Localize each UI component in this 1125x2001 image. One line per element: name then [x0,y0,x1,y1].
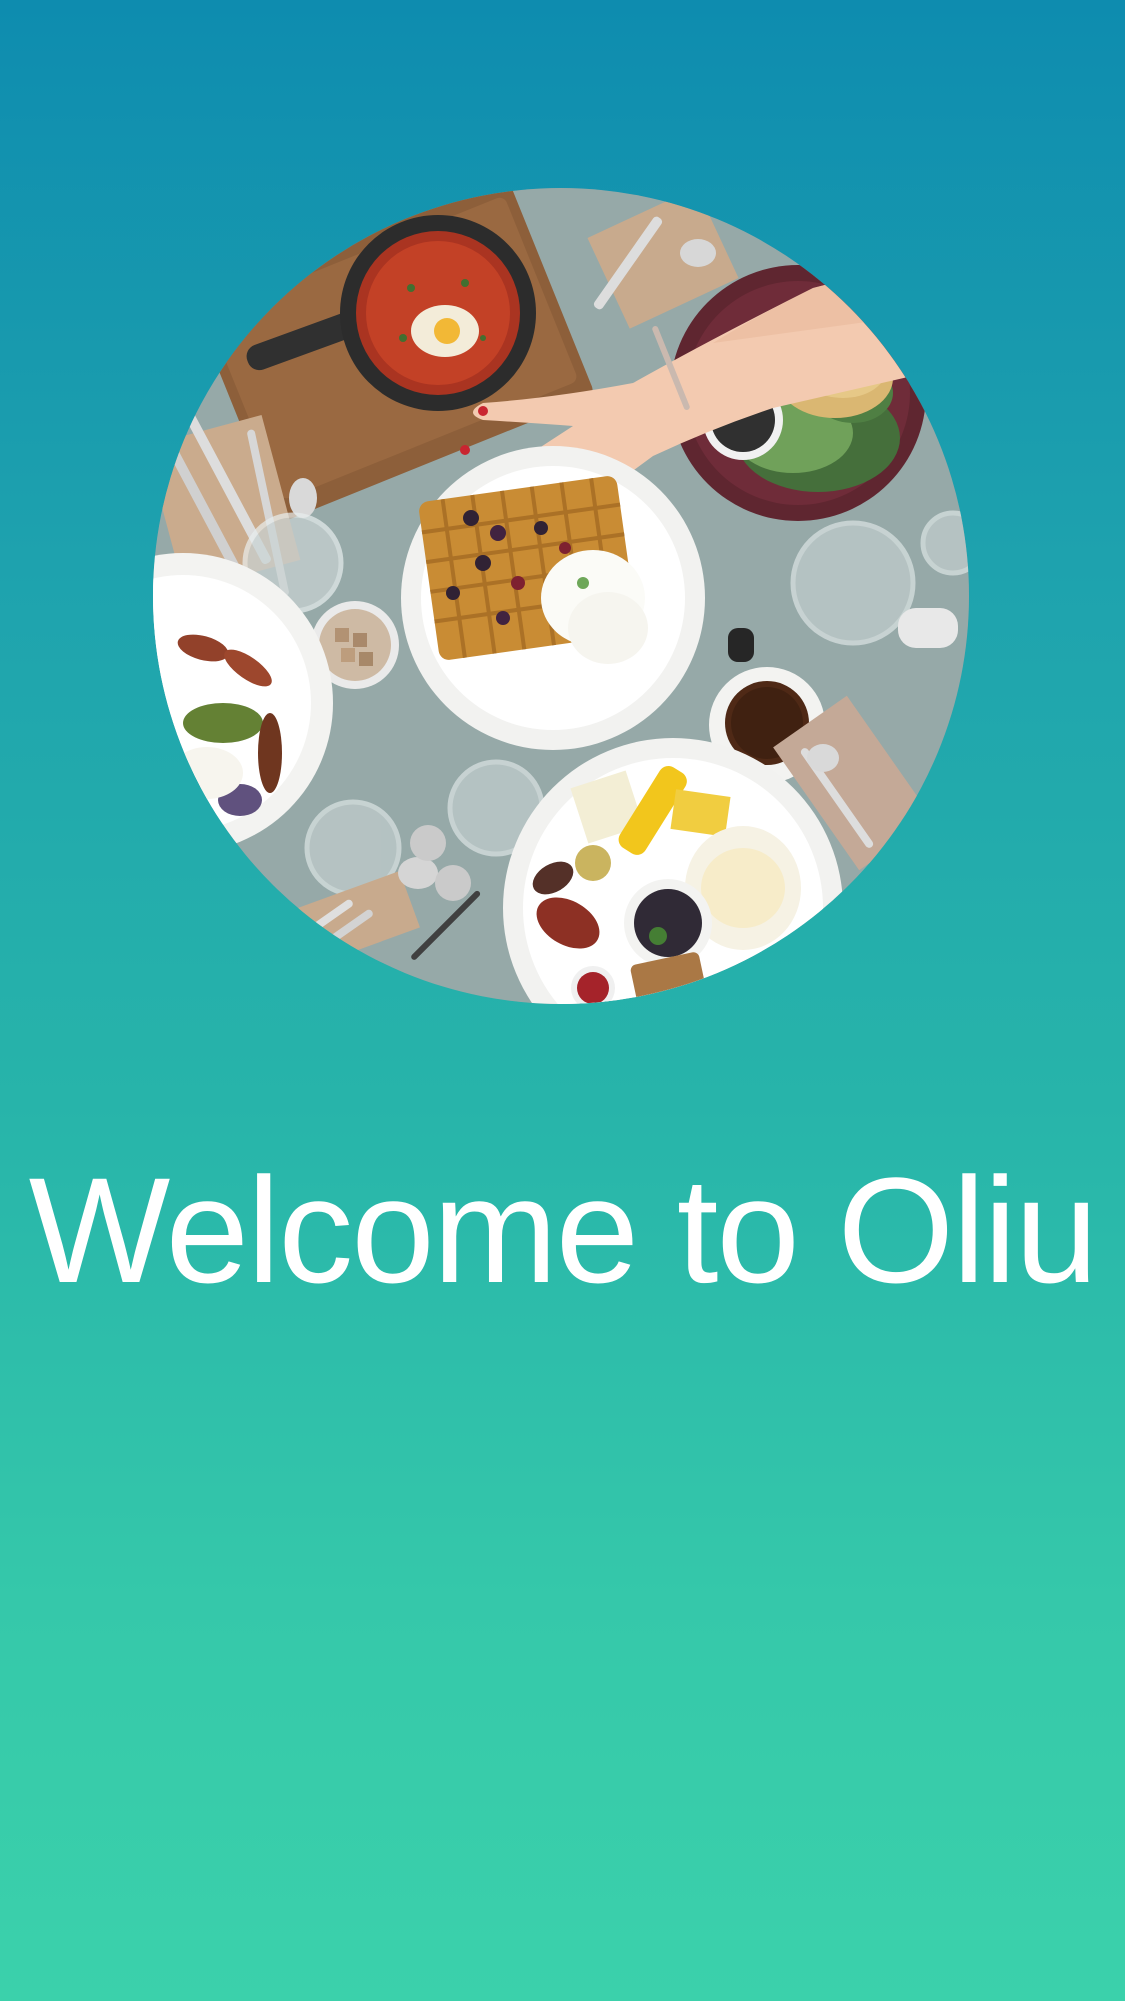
welcome-title: Welcome to Oliu [28,1146,1099,1314]
hero-photo [153,188,969,1004]
breakfast-table-illustration [153,188,969,1004]
welcome-screen: Welcome to Oliu [0,0,1125,2001]
